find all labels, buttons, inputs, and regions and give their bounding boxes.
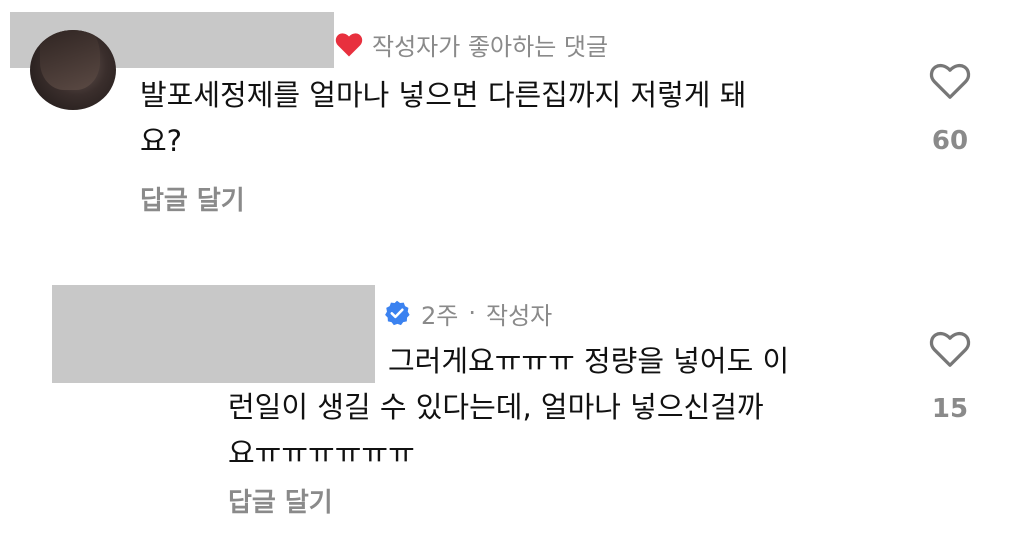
avatar[interactable] [30,30,116,110]
reply-text-line: 요ㅠㅠㅠㅠㅠㅠ [228,436,415,470]
heart-outline-icon [929,63,971,99]
heart-icon [334,30,364,58]
comment-text-line: 발포세정제를 얼마나 넣으면 다른집까지 저렇게 돼 [140,78,747,112]
author-liked-label: 작성자가 좋아하는 댓글 [372,32,609,61]
author-tag: 작성자 [486,301,553,330]
like-count: 60 [931,126,969,156]
reply-text-line: 런일이 생길 수 있다는데, 얼마나 넣으신걸까 [228,390,764,424]
verified-badge-icon [383,299,411,327]
comment-text-line: 요? [140,124,183,158]
like-button[interactable] [928,60,972,100]
reply-button[interactable]: 답글 달기 [228,482,333,519]
meta-separator: · [468,299,476,327]
comment-text: 발포세정제를 얼마나 넣으면 다른집까지 저렇게 돼 요? [140,72,900,164]
reply-text-line: 그러게요ㅠㅠㅠ 정량을 넣어도 이 [388,344,790,378]
comment-time: 2주 [421,301,459,330]
reply-text: 그러게요ㅠㅠㅠ 정량을 넣어도 이 런일이 생길 수 있다는데, 얼마나 넣으신… [228,338,908,476]
reply-button[interactable]: 답글 달기 [140,180,245,217]
author-liked-badge: 작성자가 좋아하는 댓글 [334,28,609,61]
like-count: 15 [931,394,969,424]
heart-outline-icon [929,331,971,367]
comment-meta: 2주 · 작성자 [383,296,552,330]
like-button[interactable] [928,328,972,368]
